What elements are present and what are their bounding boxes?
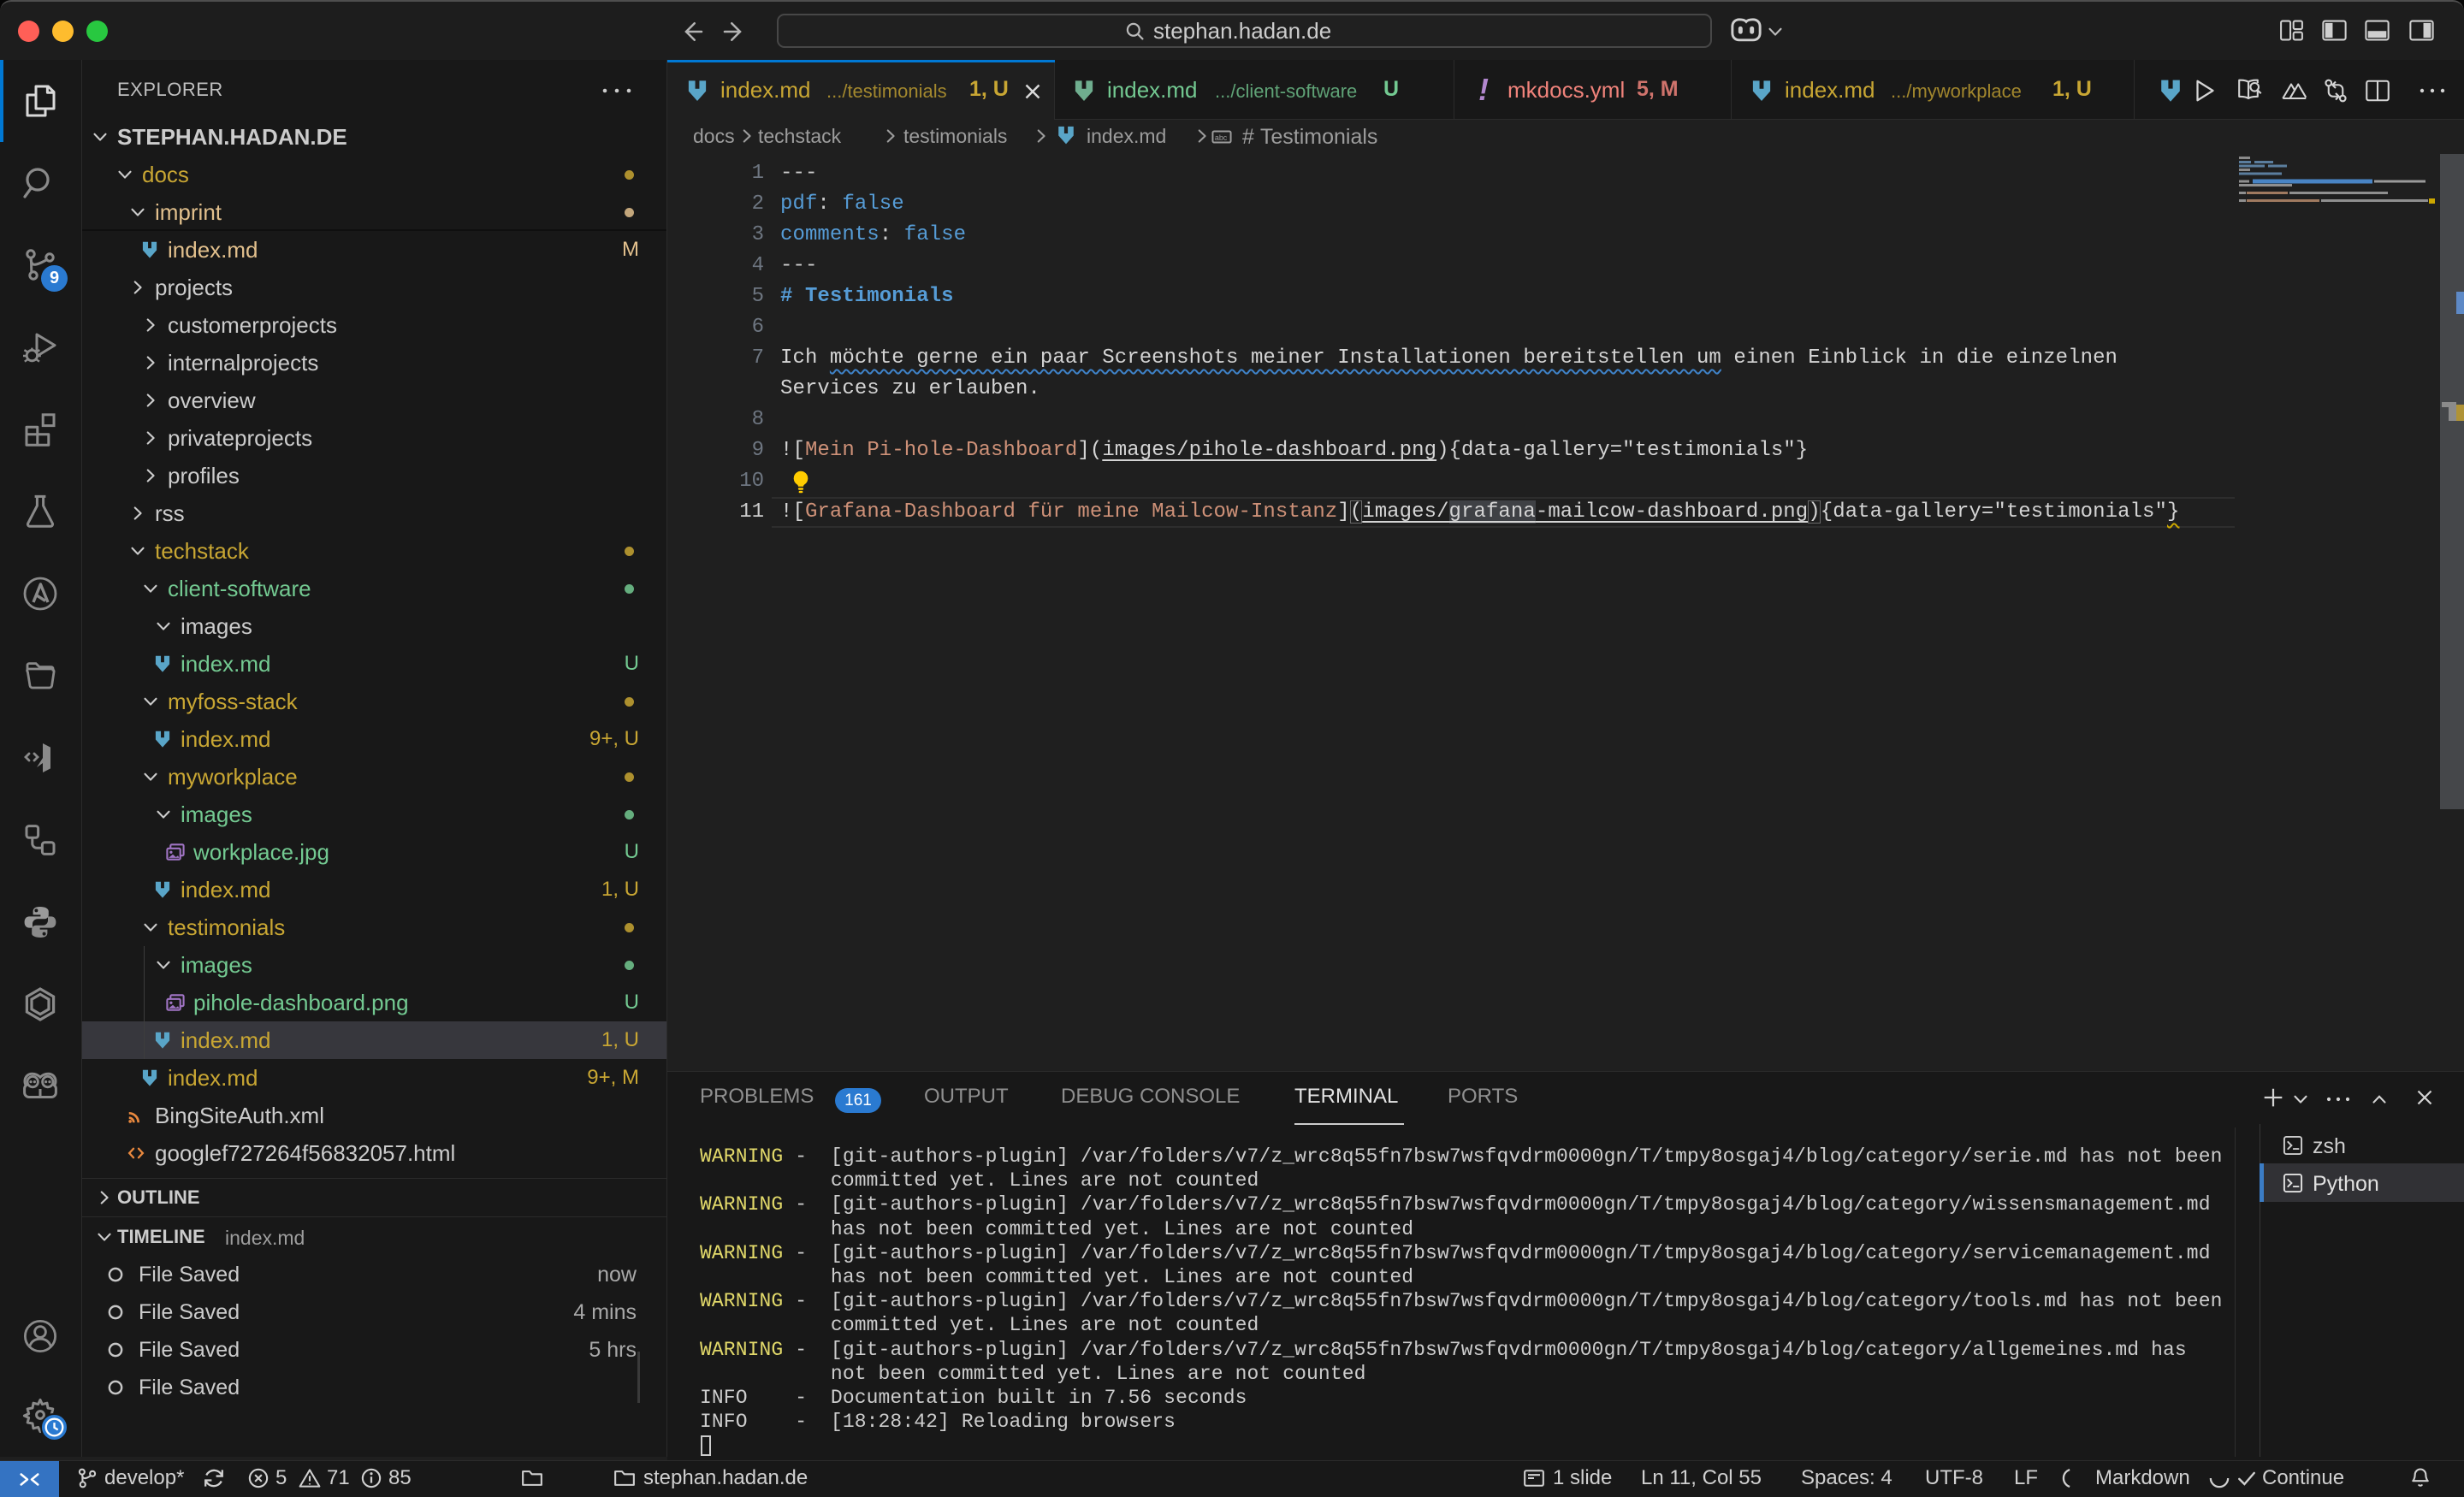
svg-text:abc: abc <box>1215 133 1228 142</box>
